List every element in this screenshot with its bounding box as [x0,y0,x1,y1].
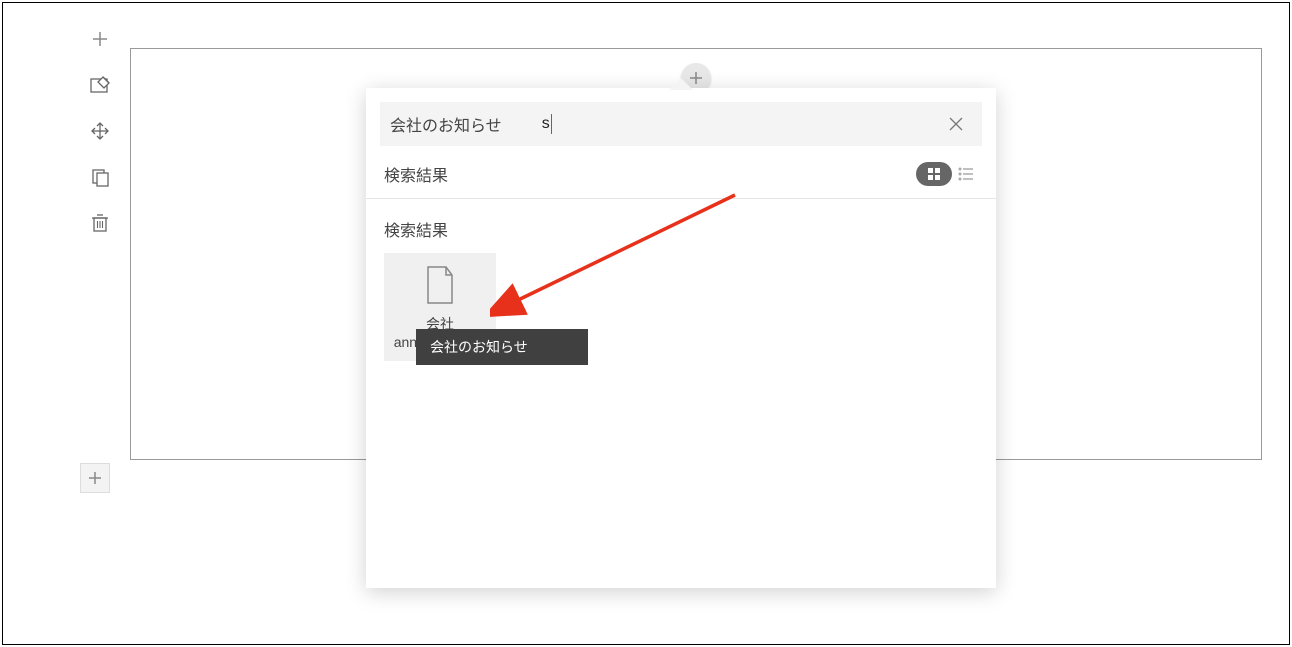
search-label: 会社のお知らせ [390,112,502,136]
text-cursor [551,114,552,134]
results-header: 検索結果 [366,146,996,199]
search-input[interactable]: s [542,114,940,134]
webpart-search-popover: 会社のお知らせ s 検索結果 [366,88,996,588]
plus-icon [86,469,104,487]
results-body-label: 検索結果 [384,217,978,241]
edit-button[interactable] [86,71,114,99]
grid-view-button[interactable] [916,162,952,186]
grid-icon [927,167,941,181]
list-view-button[interactable] [954,162,978,186]
move-button[interactable] [86,117,114,145]
edit-icon [89,75,111,95]
close-icon [948,116,964,132]
plus-icon [90,29,110,49]
copy-button[interactable] [86,163,114,191]
search-input-value: s [542,115,550,133]
move-icon [90,121,110,141]
trash-icon [91,213,109,233]
copy-icon [90,167,110,187]
add-section-button[interactable] [86,25,114,53]
page-icon [424,265,456,305]
results-body[interactable]: 検索結果 会社 announceme... 会社のお知らせ [366,199,996,588]
delete-button[interactable] [86,209,114,237]
view-toggle [916,162,978,186]
tooltip-text: 会社のお知らせ [430,339,528,355]
add-section-bottom-button[interactable] [80,463,110,493]
popover-caret [669,78,693,90]
results-header-label: 検索結果 [384,162,916,186]
section-toolbar [80,25,120,237]
clear-search-button[interactable] [940,108,972,140]
search-row: 会社のお知らせ s [380,102,982,146]
list-icon [958,167,974,181]
result-tooltip: 会社のお知らせ [416,329,588,365]
